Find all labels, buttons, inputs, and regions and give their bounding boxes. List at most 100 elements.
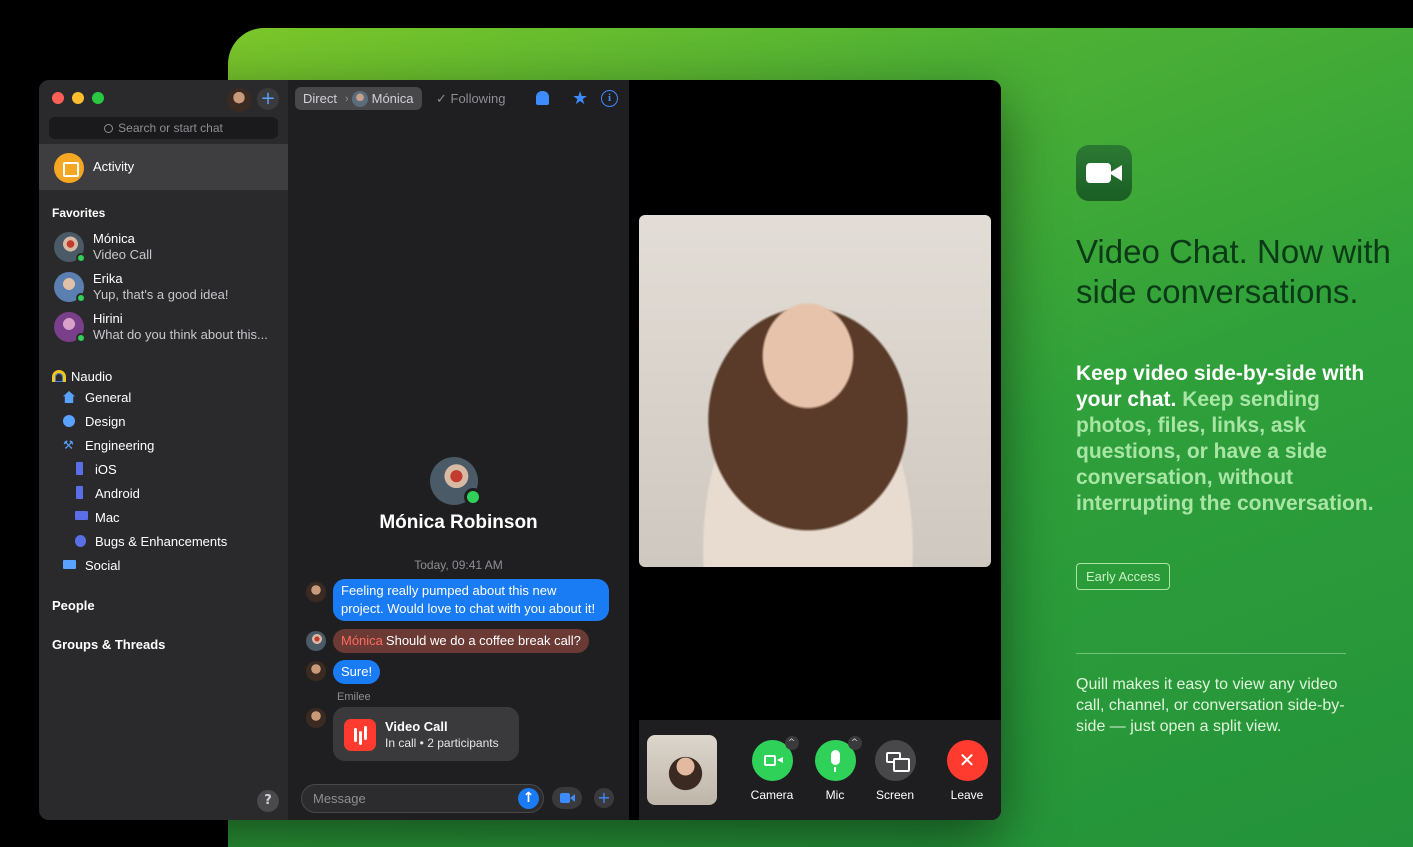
following-toggle[interactable]: ✓ Following — [436, 91, 505, 107]
favorite-preview: Yup, that's a good idea! — [93, 287, 229, 302]
channel-label: General — [85, 390, 132, 405]
avatar — [306, 631, 326, 651]
close-window-button[interactable] — [52, 92, 64, 104]
screen-share-button[interactable] — [874, 740, 916, 781]
message-sender: Mónica — [341, 633, 383, 648]
leave-button[interactable]: ✕ — [946, 740, 988, 781]
avatar — [306, 708, 326, 728]
camera-control[interactable]: ^ Camera — [742, 736, 802, 802]
favorite-item-hirini[interactable]: Hirini What do you think about this... — [39, 308, 288, 346]
video-call-card[interactable]: Video Call In call • 2 participants — [333, 707, 519, 761]
chat-pane: Direct › Mónica ✓ Following ★ i Mónica R… — [288, 80, 629, 820]
desktop-icon — [75, 511, 88, 520]
video-pane: ^ Camera ^ Mic Screen ✕ Leave — [629, 80, 1001, 820]
breadcrumb-contact[interactable]: Mónica — [372, 91, 422, 106]
divider — [1076, 653, 1346, 654]
camera-button[interactable]: ^ — [751, 736, 799, 781]
chat-header: Direct › Mónica ✓ Following ★ i — [288, 80, 629, 118]
breadcrumb: Direct › Mónica — [295, 87, 422, 110]
favorite-preview: Video Call — [93, 247, 153, 262]
self-video-preview[interactable] — [647, 735, 717, 805]
message-bubble: Sure! — [333, 660, 381, 684]
channel-label: Engineering — [85, 438, 155, 453]
channel-label: Mac — [95, 510, 120, 525]
star-icon[interactable]: ★ — [572, 88, 588, 109]
my-avatar[interactable] — [227, 88, 251, 112]
marketing-footnote: Quill makes it easy to view any video ca… — [1076, 676, 1345, 735]
avatar — [351, 90, 368, 107]
marketing-subhead: Keep video side-by-side with your chat. … — [1076, 361, 1376, 517]
add-attachment-button[interactable]: + — [594, 788, 614, 808]
favorite-preview: What do you think about this... — [93, 327, 268, 342]
message-placeholder: Message — [313, 791, 366, 806]
audio-wave-icon — [344, 719, 376, 751]
new-chat-button[interactable]: + — [257, 88, 279, 110]
search-icon — [104, 124, 114, 133]
contact-name: Mónica Robinson — [379, 512, 538, 533]
channel-label: iOS — [95, 462, 117, 477]
message-bubble: Feeling really pumped about this new pro… — [333, 579, 609, 621]
search-input[interactable]: Search or start chat — [49, 117, 278, 139]
stage: + Search or start chat Activity Favorite… — [0, 0, 1413, 847]
groups-threads-section[interactable]: Groups & Threads — [52, 637, 165, 652]
favorite-name: Mónica — [93, 231, 135, 246]
team-logo-icon — [52, 370, 66, 382]
video-camera-icon — [1086, 163, 1111, 183]
house-icon — [63, 391, 75, 403]
phone-icon — [76, 486, 83, 499]
send-button[interactable]: ↑ — [518, 788, 539, 809]
favorite-name: Erika — [93, 271, 123, 286]
call-controls: ^ Camera ^ Mic Screen ✕ Leave — [639, 720, 1001, 820]
chevron-up-icon[interactable]: ^ — [847, 736, 862, 750]
sender-label: Emilee — [337, 691, 371, 703]
laptop-icon — [63, 560, 76, 569]
online-status-dot — [76, 293, 86, 303]
message-timestamp: Today, 09:41 AM — [414, 558, 503, 572]
video-camera-icon — [763, 755, 783, 766]
screen-label: Screen — [875, 788, 915, 802]
mic-label: Mic — [825, 788, 845, 802]
breadcrumb-direct[interactable]: Direct — [295, 91, 342, 106]
message-input[interactable]: Message ↑ — [301, 784, 544, 813]
bell-icon[interactable] — [536, 91, 549, 105]
chevron-right-icon: › — [344, 92, 349, 105]
favorite-item-erika[interactable]: Erika Yup, that's a good idea! — [39, 268, 288, 306]
early-access-badge[interactable]: Early Access — [1076, 563, 1171, 590]
message-bubble: Mónica Should we do a coffee break call? — [333, 629, 589, 653]
info-icon[interactable]: i — [601, 90, 618, 107]
chevron-up-icon[interactable]: ^ — [784, 736, 799, 750]
favorites-title: Favorites — [52, 206, 106, 220]
marketing-headline: Video Chat. Now with side conversations. — [1076, 233, 1391, 310]
leave-control[interactable]: ✕ Leave — [937, 740, 997, 802]
sidebar-item-activity[interactable]: Activity — [39, 144, 288, 190]
favorite-name: Hirini — [93, 311, 123, 326]
microphone-icon — [830, 750, 840, 772]
channel-label: Bugs & Enhancements — [95, 534, 228, 549]
channel-label: Android — [95, 486, 140, 501]
favorite-item-monica[interactable]: Mónica Video Call — [39, 228, 288, 266]
hammer-icon: ⚒ — [63, 438, 74, 452]
mic-button[interactable]: ^ — [814, 736, 862, 781]
online-status-dot — [76, 333, 86, 343]
app-window: + Search or start chat Activity Favorite… — [39, 80, 1001, 820]
video-camera-icon[interactable] — [552, 787, 582, 809]
screen-share-icon — [885, 752, 910, 772]
help-button[interactable]: ? — [257, 790, 279, 812]
remote-video-feed — [639, 215, 991, 567]
palette-icon — [63, 415, 75, 427]
search-placeholder: Search or start chat — [118, 121, 223, 135]
people-section[interactable]: People — [52, 598, 95, 613]
call-subtitle: In call • 2 participants — [385, 736, 499, 750]
team-header[interactable]: Naudio — [52, 369, 112, 384]
screen-control[interactable]: Screen — [865, 740, 925, 802]
bug-icon — [75, 535, 86, 547]
mic-control[interactable]: ^ Mic — [805, 736, 865, 802]
sidebar: + Search or start chat Activity Favorite… — [39, 80, 288, 820]
minimize-window-button[interactable] — [72, 92, 84, 104]
camera-label: Camera — [750, 788, 794, 802]
online-status-dot — [76, 253, 86, 263]
phone-icon — [76, 462, 83, 475]
activity-icon — [54, 153, 84, 183]
call-title: Video Call — [385, 719, 448, 734]
zoom-window-button[interactable] — [92, 92, 104, 104]
